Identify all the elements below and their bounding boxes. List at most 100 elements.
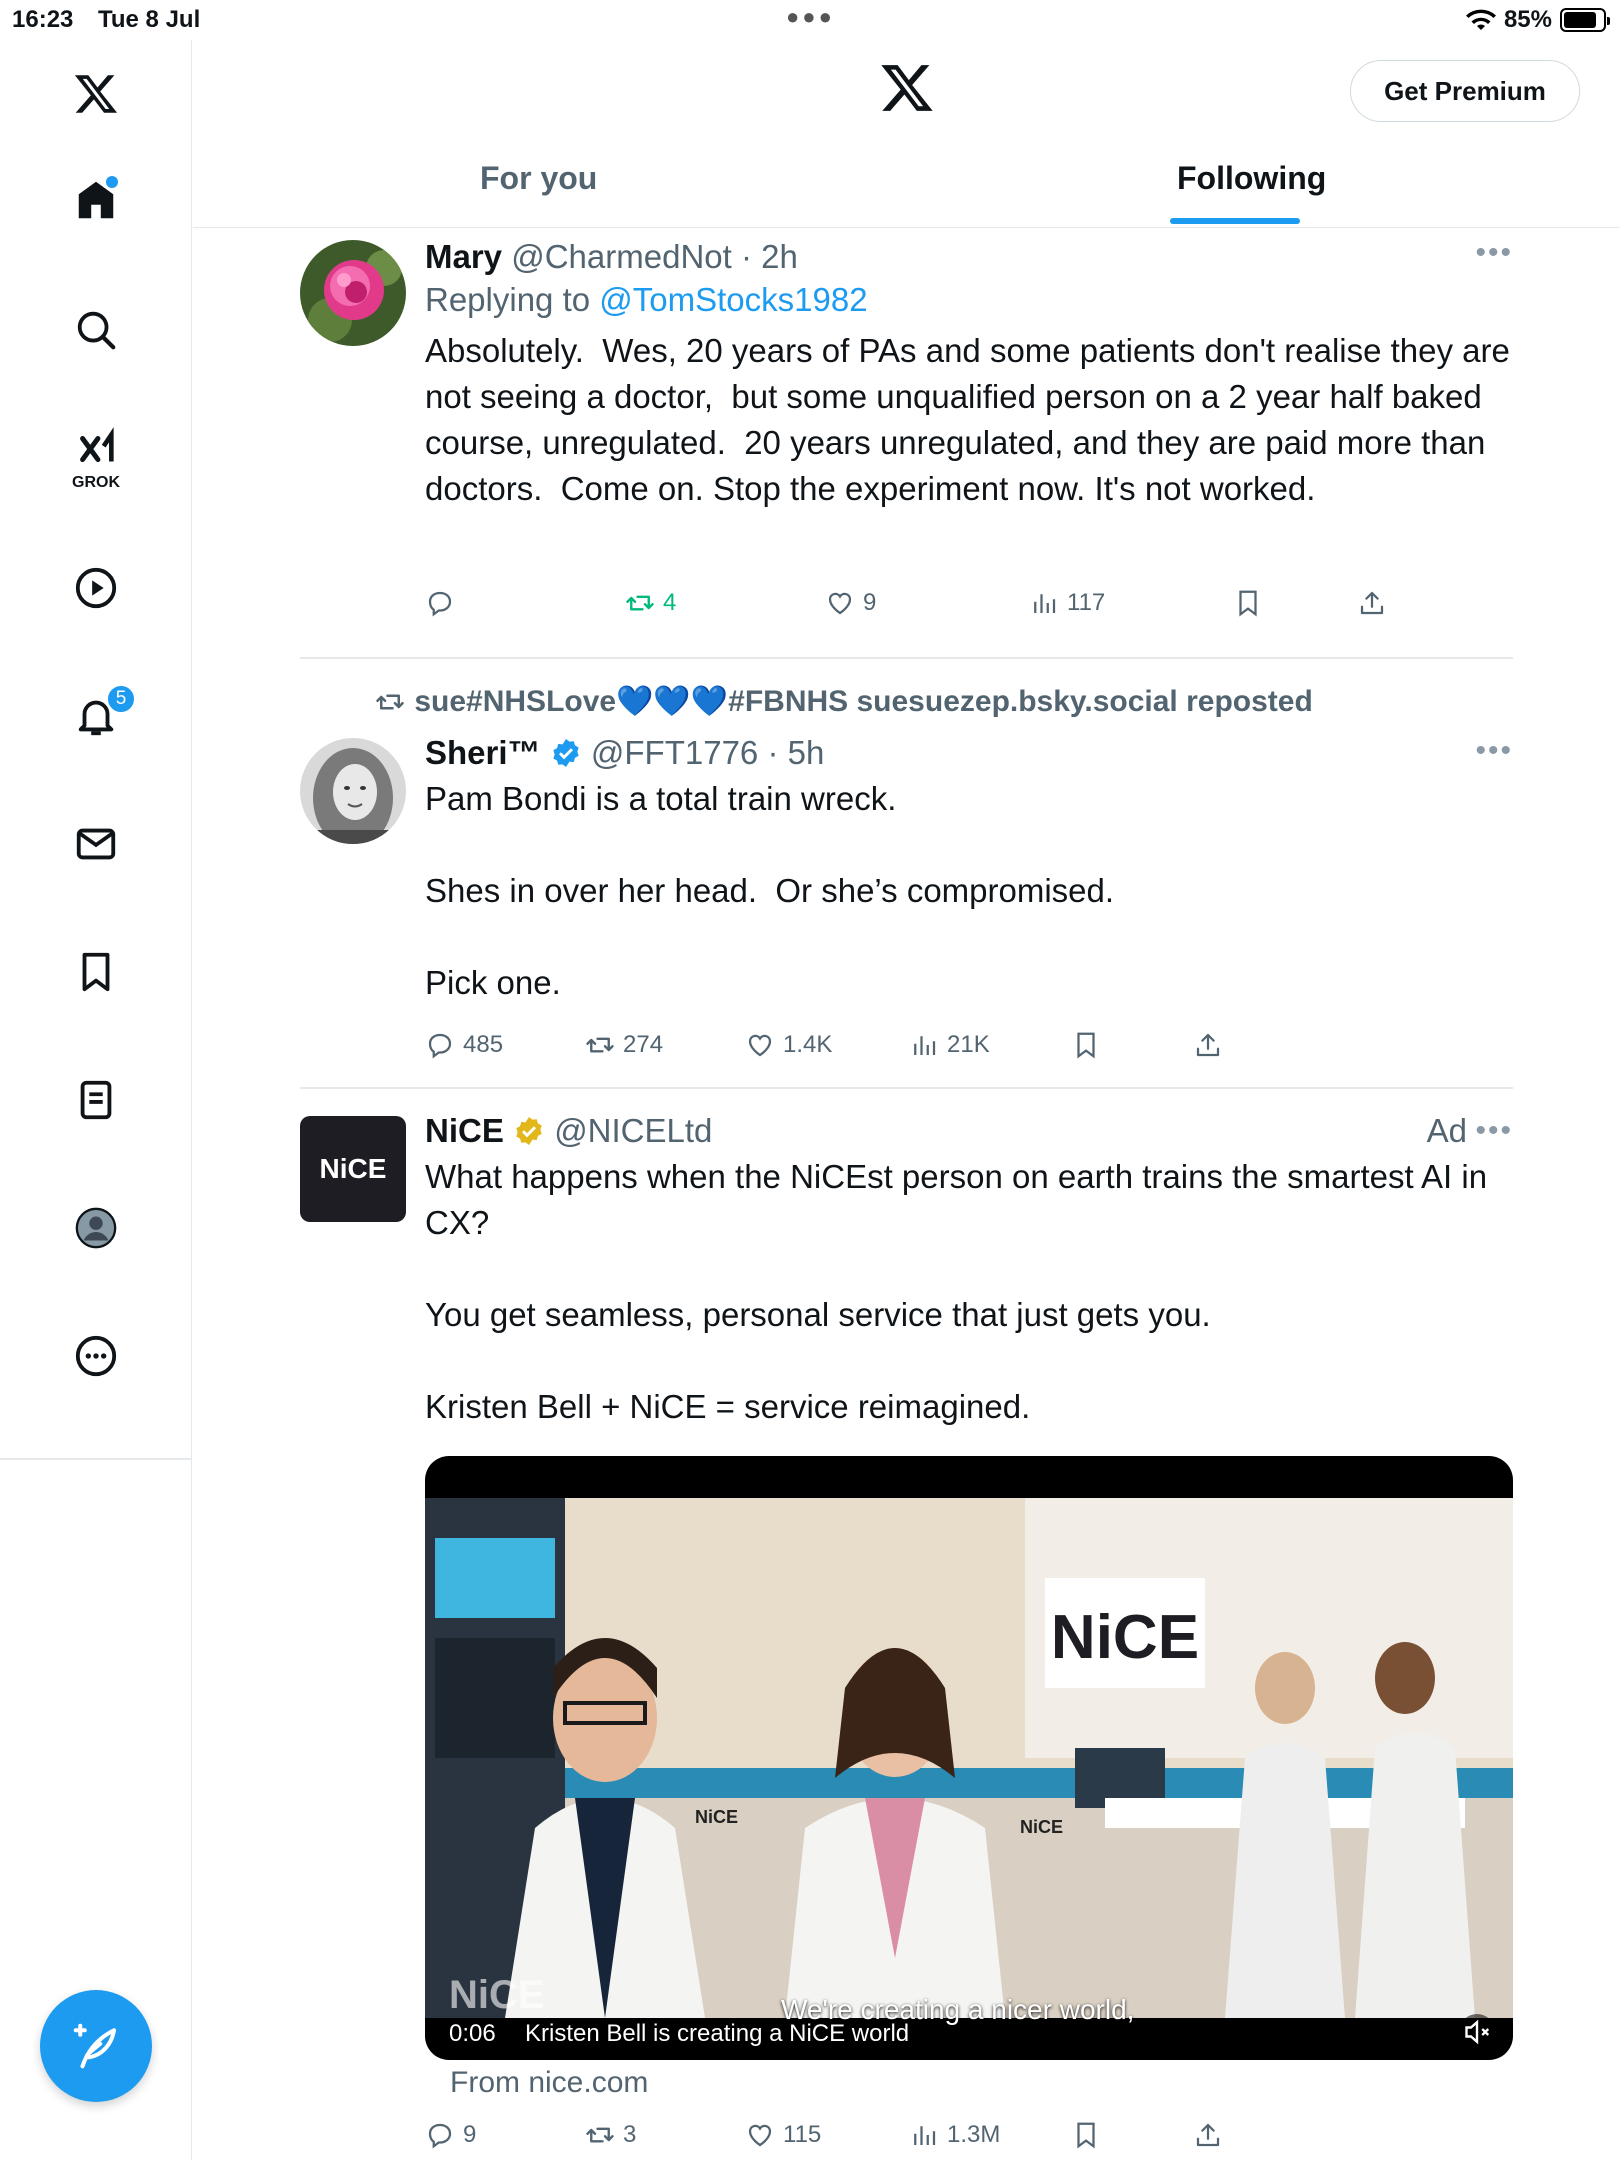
- like-count: 1.4K: [783, 1031, 833, 1058]
- like-count: 115: [783, 2121, 822, 2148]
- views-button[interactable]: 21K: [909, 1030, 990, 1060]
- active-tab-indicator: [1170, 218, 1300, 224]
- bookmark-button[interactable]: [1071, 1030, 1101, 1060]
- coat-label-right: NiCE: [1020, 1817, 1063, 1837]
- share-button[interactable]: [1357, 588, 1387, 618]
- more-options-icon[interactable]: [56, 1316, 136, 1396]
- grok-label: GROK: [72, 474, 120, 491]
- tweet-actions: 485 274 1.4K 21K: [425, 1030, 1425, 1070]
- timeline-header: Get Premium For you Following: [193, 40, 1620, 228]
- compose-post-button[interactable]: [40, 1990, 152, 2102]
- tweet-sheri[interactable]: sue#NHSLove💙💙💙#FBNHS suesuezep.bsky.soci…: [300, 684, 1513, 1084]
- views-button[interactable]: 1.3M: [909, 2120, 1000, 2150]
- avatar[interactable]: [300, 738, 406, 844]
- mute-toggle-button[interactable]: [1459, 2014, 1495, 2050]
- tweet-actions: 9 3 115 1.3M: [425, 2120, 1425, 2160]
- tweet-mary[interactable]: ••• Mary @CharmedNot · 2h Replying to @T…: [300, 236, 1513, 636]
- tweet-header: NiCE @NICELtd: [425, 1110, 1513, 1152]
- like-button[interactable]: 9: [825, 588, 876, 618]
- gold-verified-badge-icon: [516, 1117, 542, 1145]
- author-handle[interactable]: @FFT1776: [591, 734, 758, 771]
- sidebar: GROK 5: [0, 40, 192, 2160]
- share-button[interactable]: [1193, 1030, 1223, 1060]
- share-button[interactable]: [1193, 2120, 1223, 2150]
- reply-icon: [428, 591, 452, 617]
- video-timestamp: 0:06: [449, 2020, 496, 2047]
- video-play-icon[interactable]: [56, 548, 136, 628]
- replying-to-handle[interactable]: @TomStocks1982: [599, 281, 867, 318]
- tweet-text: What happens when the NiCEst person on e…: [425, 1158, 1488, 1425]
- view-count: 1.3M: [947, 2121, 1001, 2148]
- notifications-bell-icon[interactable]: 5: [56, 676, 136, 756]
- lists-icon[interactable]: [56, 1060, 136, 1140]
- like-button[interactable]: 1.4K: [745, 1030, 832, 1060]
- like-button[interactable]: 115: [745, 2120, 821, 2150]
- heart-icon: [828, 592, 852, 615]
- author-handle[interactable]: @NICELtd: [554, 1112, 712, 1149]
- battery-percent: 85%: [1503, 6, 1552, 33]
- reply-icon: [428, 1033, 452, 1059]
- messages-mail-icon[interactable]: [56, 804, 136, 884]
- get-premium-button[interactable]: Get Premium: [1350, 60, 1580, 122]
- wifi-icon: [1465, 9, 1496, 30]
- video-player[interactable]: NiCE NiCE NiCE NiCE We're creating a nic…: [425, 1456, 1513, 2060]
- reply-button[interactable]: 9: [425, 2120, 476, 2150]
- repost-count: 3: [623, 2121, 637, 2148]
- reply-icon: [428, 2123, 452, 2149]
- author-handle[interactable]: @CharmedNot: [511, 238, 732, 275]
- reposted-by: sue#NHSLove💙💙💙#FBNHS suesuezep.bsky.soci…: [414, 685, 1313, 718]
- views-button[interactable]: 117: [1029, 588, 1105, 618]
- bookmark-button[interactable]: [1233, 588, 1263, 618]
- share-icon: [1196, 2123, 1220, 2147]
- tweet-content: Sheri™ @FFT1776 · 5h Pam Bondi is a tota…: [425, 732, 1513, 1006]
- tweet-divider: [300, 657, 1513, 659]
- avatar[interactable]: [300, 240, 406, 346]
- x-logo-icon[interactable]: [56, 54, 136, 134]
- author-name[interactable]: NiCE: [425, 1112, 504, 1149]
- tab-for-you[interactable]: For you: [480, 160, 597, 197]
- heart-icon: [748, 1034, 772, 1057]
- reply-count: 9: [463, 2121, 477, 2148]
- reply-count: 485: [463, 1031, 504, 1058]
- views-chart-icon: [914, 2126, 936, 2145]
- home-icon[interactable]: [56, 160, 136, 240]
- share-icon: [1360, 591, 1384, 615]
- author-name[interactable]: Sheri™: [425, 734, 541, 771]
- avatar[interactable]: NiCE: [300, 1116, 406, 1222]
- repost-button[interactable]: 274: [585, 1030, 663, 1060]
- separator-dot: ·: [731, 238, 762, 275]
- repost-button[interactable]: 3: [585, 2120, 636, 2150]
- bookmark-button[interactable]: [1071, 2120, 1101, 2150]
- profile-avatar-icon[interactable]: [56, 1188, 136, 1268]
- heart-icon: [748, 2124, 772, 2147]
- replying-prefix: Replying to: [425, 281, 591, 318]
- x-logo-icon[interactable]: [879, 60, 935, 116]
- repost-button[interactable]: 4: [625, 588, 676, 618]
- reply-button[interactable]: [425, 588, 463, 618]
- post-time[interactable]: 5h: [788, 734, 825, 771]
- reply-button[interactable]: 485: [425, 1030, 503, 1060]
- home-unread-dot: [106, 176, 118, 188]
- repost-icon: [586, 2127, 614, 2143]
- tweet-text: Absolutely. Wes, 20 years of PAs and som…: [425, 332, 1520, 507]
- search-icon[interactable]: [56, 290, 136, 370]
- bookmarks-icon[interactable]: [56, 932, 136, 1012]
- ad-source-link[interactable]: From nice.com: [450, 2066, 648, 2100]
- tweet-divider: [300, 1087, 1513, 1089]
- status-date: Tue 8 Jul: [98, 6, 201, 33]
- bookmark-icon: [1077, 2122, 1095, 2149]
- status-right: 85%: [1465, 6, 1610, 34]
- repost-icon: [376, 694, 404, 710]
- author-name[interactable]: Mary: [425, 238, 502, 275]
- tab-following[interactable]: Following: [1177, 160, 1326, 197]
- video-watermark: NiCE: [449, 1973, 545, 2017]
- grok-icon[interactable]: GROK: [56, 418, 136, 498]
- post-time[interactable]: 2h: [761, 238, 798, 275]
- repost-count: 274: [623, 1031, 664, 1058]
- multitasking-dots-icon[interactable]: ●●●: [786, 4, 835, 30]
- repost-context[interactable]: sue#NHSLove💙💙💙#FBNHS suesuezep.bsky.soci…: [374, 684, 1313, 719]
- views-chart-icon: [914, 1036, 936, 1055]
- views-chart-icon: [1034, 594, 1056, 613]
- coat-label-left: NiCE: [695, 1807, 738, 1827]
- bookmark-icon: [1077, 1032, 1095, 1059]
